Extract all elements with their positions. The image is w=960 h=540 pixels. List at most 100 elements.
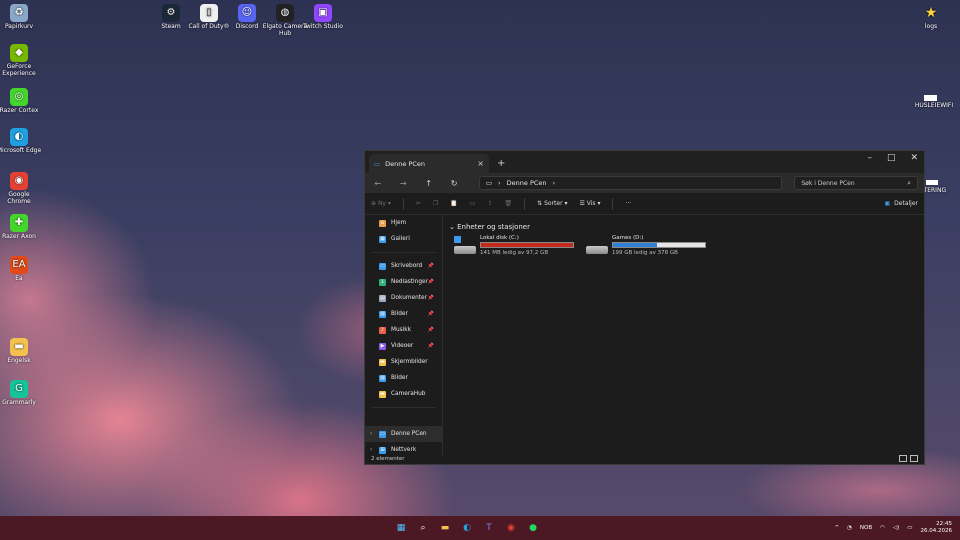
paste-icon[interactable]: 📋 xyxy=(450,200,457,207)
chrome-icon[interactable]: ◉ xyxy=(503,520,519,536)
address-input[interactable]: ▭ › Denne PCen › xyxy=(478,176,783,190)
search-icon[interactable]: ⌕ xyxy=(415,520,431,536)
sidebar-item-camerahub[interactable]: ▬ CameraHub xyxy=(365,386,442,402)
rename-icon[interactable]: ▭ xyxy=(470,200,476,207)
sidebar-item-videoer[interactable]: ▶ Videoer 📌 xyxy=(365,338,442,354)
pin-icon[interactable]: 📌 xyxy=(428,327,434,333)
steam-icon: ⚙ xyxy=(162,4,180,22)
spotify-icon[interactable]: ● xyxy=(525,520,541,536)
desktop-label-wifi[interactable]: HUSLEIEWIFI xyxy=(908,102,960,110)
view-button[interactable]: ☰ Vis ▾ xyxy=(579,200,600,207)
desktop-icon-logs[interactable]: ★ logs xyxy=(908,4,954,31)
details-button[interactable]: ▣ Detaljer xyxy=(884,200,918,207)
star-icon: ★ xyxy=(924,4,938,21)
desktop-icon-twitch[interactable]: ▣ Twitch Studio xyxy=(300,4,346,31)
refresh-icon[interactable]: ↻ xyxy=(447,179,460,188)
pin-icon[interactable]: 📌 xyxy=(428,263,434,269)
file-icon: ▯ xyxy=(200,4,218,22)
drive-usage-bar xyxy=(612,242,706,248)
file-explorer-window[interactable]: ▭ Denne PCen × + – □ ✕ ← → ↑ ↻ ▭ › Denne… xyxy=(364,150,925,465)
sort-button[interactable]: ⇅ Sorter ▾ xyxy=(537,200,567,207)
breadcrumb-denne-pcen[interactable]: Denne PCen xyxy=(507,179,547,187)
recycle-bin-icon: ♻ xyxy=(10,4,28,22)
razer-axon-icon: ✚ xyxy=(10,214,28,232)
close-tab-icon[interactable]: × xyxy=(477,159,484,168)
sidebar-item-denne-pcen[interactable]: › ▭ Denne PCen xyxy=(365,426,442,442)
maximize-icon[interactable]: □ xyxy=(887,153,896,163)
drive-name: Lokal disk (C:) xyxy=(480,235,519,241)
clock[interactable]: 22:45 26.04.2026 xyxy=(921,521,953,535)
desktop-icon-razer-cortex[interactable]: ◎ Razer Cortex xyxy=(0,88,42,115)
navigation-pane[interactable]: ⌂ Hjem ▦ Galleri ▭ Skrivebord 📌 ↓ Nedlast… xyxy=(365,215,443,455)
desktop-label-partial[interactable]: TTERING xyxy=(920,187,960,195)
breadcrumb-chevron-icon[interactable]: › xyxy=(553,179,556,187)
show-hidden-icons-chevron[interactable]: ^ xyxy=(834,525,839,531)
desktop-icon-grammarly[interactable]: G Grammarly xyxy=(0,380,42,407)
search-icon: ⌕ xyxy=(907,178,912,187)
copy-icon[interactable]: ❐ xyxy=(433,200,438,207)
drive-item[interactable]: Games (D:) 199 GB ledig av 378 GB xyxy=(586,235,706,256)
sidebar-item-nedlastinger[interactable]: ↓ Nedlastinger 📌 xyxy=(365,274,442,290)
details-pane-icon: ▣ xyxy=(884,200,891,207)
teams-icon[interactable]: T xyxy=(481,520,497,536)
ea-icon: EA xyxy=(10,256,28,274)
sidebar-item-bilder[interactable]: ▨ Bilder xyxy=(365,370,442,386)
desktop-icon-geforce[interactable]: ◆ GeForce Experience xyxy=(0,44,42,78)
cut-icon[interactable]: ✂ xyxy=(416,200,421,207)
chevron-down-icon[interactable]: ⌄ xyxy=(449,223,455,231)
partial-shortcut-thumbnail[interactable] xyxy=(926,180,938,185)
minimize-icon[interactable]: – xyxy=(867,153,872,163)
tab-denne-pcen[interactable]: ▭ Denne PCen × xyxy=(369,154,489,173)
desktop-icon-folder[interactable]: ▬ Engelsk xyxy=(0,338,42,365)
title-bar[interactable]: ▭ Denne PCen × + – □ ✕ xyxy=(365,151,924,173)
new-tab-button[interactable]: + xyxy=(497,158,505,169)
file-explorer-icon[interactable]: ▬ xyxy=(437,520,453,536)
sidebar-item-musikk[interactable]: ♪ Musikk 📌 xyxy=(365,322,442,338)
drive-usage-bar xyxy=(480,242,574,248)
pin-icon[interactable]: 📌 xyxy=(428,311,434,317)
tiles-view-icon[interactable] xyxy=(910,455,918,462)
input-language[interactable]: NOB xyxy=(860,525,872,531)
desktop-icon-razer-axon[interactable]: ✚ Razer Axon xyxy=(0,214,42,241)
wifi-shortcut-thumbnail[interactable] xyxy=(924,95,937,101)
command-bar: ⊕ Ny ▾ ✂ ❐ 📋 ▭ ⇪ 🗑 ⇅ Sorter ▾ ☰ Vis ▾ ··… xyxy=(365,193,924,215)
pin-icon[interactable]: 📌 xyxy=(428,295,434,301)
hard-drive-icon xyxy=(454,236,476,254)
delete-icon[interactable]: 🗑 xyxy=(505,200,513,207)
wifi-icon[interactable]: ◠ xyxy=(880,525,885,531)
close-icon[interactable]: ✕ xyxy=(910,153,918,163)
content-pane[interactable]: ⌄ Enheter og stasjoner Lokal disk (C:) 1… xyxy=(445,215,924,455)
sidebar-item-dokumenter[interactable]: ▤ Dokumenter 📌 xyxy=(365,290,442,306)
edge-icon[interactable]: ◐ xyxy=(459,520,475,536)
desktop-icon-recycle-bin[interactable]: ♻ Papirkurv xyxy=(0,4,42,31)
sidebar-item-bilder[interactable]: ▨ Bilder 📌 xyxy=(365,306,442,322)
expand-chevron-icon[interactable]: › xyxy=(370,431,372,437)
search-input[interactable]: Søk i Denne PCen ⌕ xyxy=(794,176,919,190)
windows-logo-icon xyxy=(454,236,461,243)
volume-icon[interactable]: ◁) xyxy=(893,525,899,531)
details-view-icon[interactable] xyxy=(899,455,907,462)
sidebar-item-hjem[interactable]: ⌂ Hjem xyxy=(365,215,442,231)
clock-tray-icon[interactable]: ◔ xyxy=(847,525,852,531)
address-bar-row: ← → ↑ ↻ ▭ › Denne PCen › Søk i Denne PCe… xyxy=(365,173,924,193)
drive-item[interactable]: Lokal disk (C:) 141 MB ledig av 97,2 GB xyxy=(454,235,574,256)
sidebar-item-galleri[interactable]: ▦ Galleri xyxy=(365,231,442,247)
desktop-icon-chrome[interactable]: ◉ Google Chrome xyxy=(0,172,42,206)
forward-arrow-icon[interactable]: → xyxy=(396,179,409,188)
share-icon[interactable]: ⇪ xyxy=(487,200,492,207)
group-header[interactable]: ⌄ Enheter og stasjoner xyxy=(449,223,924,231)
search-placeholder: Søk i Denne PCen xyxy=(801,179,855,187)
pin-icon[interactable]: 📌 xyxy=(428,279,434,285)
taskbar: ▦ ⌕ ▬ ◐ T ◉ ● ^ ◔ NOB ◠ ◁) ▭ 22:45 26.04.2026 xyxy=(0,516,960,540)
pin-icon[interactable]: 📌 xyxy=(428,343,434,349)
new-button[interactable]: ⊕ Ny ▾ xyxy=(371,200,391,207)
up-arrow-icon[interactable]: ↑ xyxy=(422,179,435,188)
desktop-icon-edge[interactable]: ◐ Microsoft Edge xyxy=(0,128,42,155)
windows-start-icon[interactable]: ▦ xyxy=(393,520,409,536)
more-options-button[interactable]: ··· xyxy=(625,200,631,207)
desktop-icon-ea[interactable]: EA Ea xyxy=(0,256,42,283)
sidebar-item-skrivebord[interactable]: ▭ Skrivebord 📌 xyxy=(365,258,442,274)
sidebar-item-skjermbilder[interactable]: ▬ Skjermbilder xyxy=(365,354,442,370)
back-arrow-icon[interactable]: ← xyxy=(371,179,384,188)
battery-icon[interactable]: ▭ xyxy=(907,525,912,531)
